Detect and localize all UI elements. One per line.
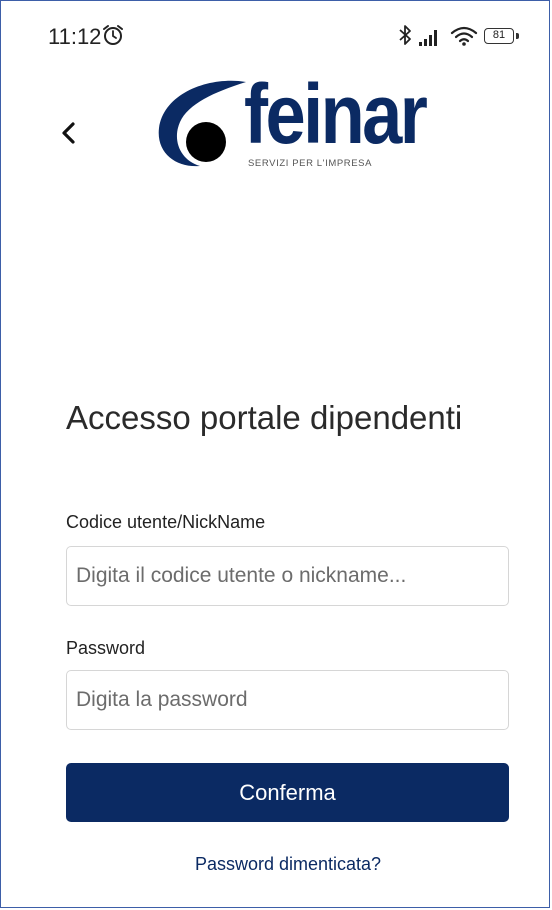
page-title: Accesso portale dipendenti: [66, 399, 463, 436]
logo-tagline: SERVIZI PER L'IMPRESA: [248, 158, 373, 169]
battery-tip: [516, 33, 519, 39]
feinar-logo: feinar SERVIZI PER L'IMPRESA: [156, 72, 428, 174]
bluetooth-icon: [399, 25, 411, 45]
logo-mark-icon: [158, 80, 246, 167]
alarm-icon: [103, 25, 123, 45]
battery-icon: 81: [484, 28, 514, 44]
user-code-input[interactable]: [66, 546, 509, 606]
back-button[interactable]: [54, 116, 84, 150]
logo-wordmark: feinar: [244, 67, 428, 161]
wifi-icon: [450, 26, 478, 46]
battery-level: 81: [492, 29, 506, 41]
password-input[interactable]: [66, 670, 509, 730]
password-label: Password: [66, 638, 146, 658]
signal-icon: [419, 30, 437, 46]
status-bar: 11:12 81: [0, 0, 552, 70]
confirm-button[interactable]: Conferma: [66, 763, 509, 822]
chevron-left-icon: [62, 122, 75, 144]
forgot-password-link[interactable]: Password dimenticata?: [0, 854, 552, 875]
user-code-label: Codice utente/NickName: [66, 512, 266, 532]
status-time: 11:12: [48, 24, 102, 49]
